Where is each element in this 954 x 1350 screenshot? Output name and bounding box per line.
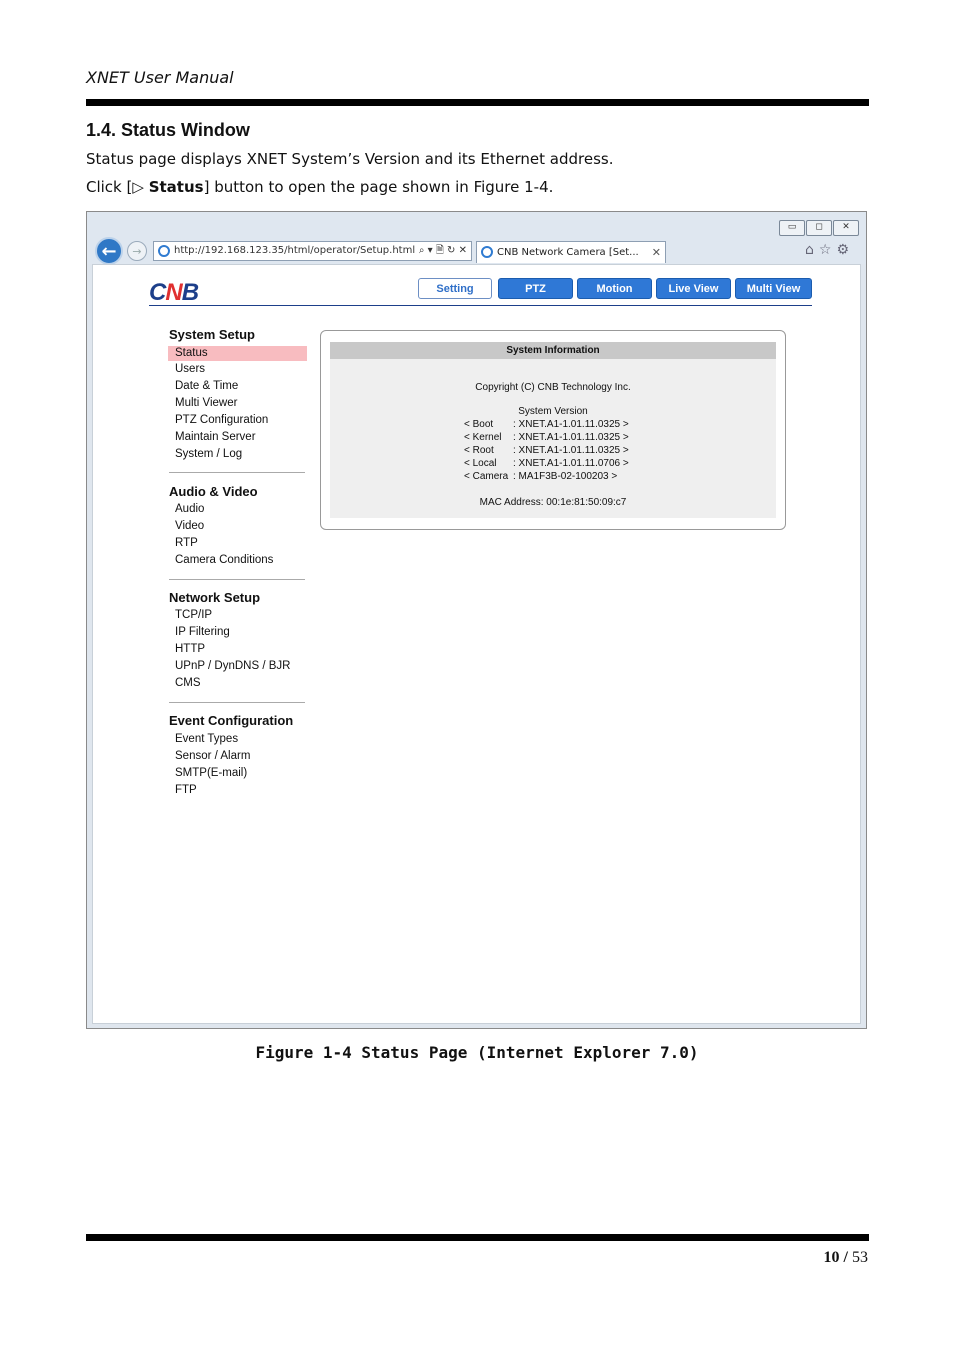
copyright-text: Copyright (C) CNB Technology Inc. [475, 382, 631, 393]
tab-title: CNB Network Camera [Set... [497, 247, 639, 258]
play-icon: ▷ [132, 178, 144, 196]
menu-item-maintain-server[interactable]: Maintain Server [175, 431, 256, 443]
nav-setting-button[interactable]: Setting [418, 278, 492, 299]
system-information-panel: System Information Copyright (C) CNB Tec… [320, 330, 786, 530]
instruction-bold: Status [148, 178, 204, 196]
page-total: 53 [852, 1249, 868, 1266]
maximize-icon[interactable]: ◻ [806, 220, 832, 236]
window-close-icon[interactable]: ✕ [833, 220, 859, 236]
menu-item-event-types[interactable]: Event Types [175, 733, 238, 745]
version-local-label: < Local [464, 458, 497, 469]
menu-item-sensor-alarm[interactable]: Sensor / Alarm [175, 750, 250, 762]
tab-ie-icon [481, 246, 493, 258]
menu-separator [169, 579, 305, 580]
manual-title: XNET User Manual [86, 68, 234, 87]
menu-item-tcp-ip[interactable]: TCP/IP [175, 609, 212, 621]
nav-divider [149, 305, 812, 306]
instruction-post: ] button to open the page shown in Figur… [203, 178, 554, 196]
browser-tab[interactable]: CNB Network Camera [Set... ✕ [476, 241, 666, 263]
nav-motion-button[interactable]: Motion [577, 278, 652, 299]
nav-live-view-button[interactable]: Live View [656, 278, 731, 299]
version-boot-value: : XNET.A1-1.01.11.0325 > [513, 419, 629, 430]
menu-item-users[interactable]: Users [175, 363, 205, 375]
menu-item-multi-viewer[interactable]: Multi Viewer [175, 397, 237, 409]
version-kernel-label: < Kernel [464, 432, 502, 443]
system-information-body: System Information Copyright (C) CNB Tec… [330, 342, 776, 518]
page-number: 10 / 53 [780, 1249, 868, 1267]
version-boot-label: < Boot [464, 419, 494, 430]
version-kernel-value: : XNET.A1-1.01.11.0325 > [513, 432, 629, 443]
footer-rule [86, 1234, 869, 1241]
menu-item-upnp-dyndns-bjr[interactable]: UPnP / DynDNS / BJR [175, 660, 290, 672]
system-version-label: System Version [518, 406, 588, 417]
nav-ptz-button[interactable]: PTZ [498, 278, 573, 299]
forward-arrow-icon[interactable]: → [127, 241, 147, 261]
menu-item-video[interactable]: Video [175, 520, 204, 532]
menu-heading-system-setup: System Setup [169, 327, 255, 342]
menu-heading-audio-video: Audio & Video [169, 484, 258, 499]
address-controls-icons[interactable]: ⌕ ▾ 🗎 ↻ ✕ [415, 242, 467, 260]
menu-separator [169, 472, 305, 473]
menu-item-status[interactable]: Status [168, 346, 307, 361]
version-camera-value: : MA1F3B-02-100203 > [513, 471, 618, 482]
menu-item-smtp-email[interactable]: SMTP(E-mail) [175, 767, 247, 779]
mac-address: MAC Address: 00:1e:81:50:09:c7 [479, 497, 627, 508]
instruction-paragraph: Click [▷ Status] button to open the page… [86, 178, 553, 196]
address-bar[interactable]: http://192.168.123.35/html/operator/Setu… [153, 241, 472, 261]
menu-item-ptz-configuration[interactable]: PTZ Configuration [175, 414, 268, 426]
web-page: CNB Setting PTZ Motion Live View Multi V… [92, 264, 861, 1024]
system-information-title: System Information [330, 342, 776, 359]
version-root-value: : XNET.A1-1.01.11.0325 > [513, 445, 629, 456]
version-root-label: < Root [464, 445, 494, 456]
back-arrow-icon[interactable]: ← [95, 237, 123, 265]
address-text: http://192.168.123.35/html/operator/Setu… [174, 245, 416, 256]
menu-item-system-log[interactable]: System / Log [175, 448, 242, 460]
nav-multi-view-button[interactable]: Multi View [735, 278, 812, 299]
intro-paragraph: Status page displays XNET System’s Versi… [86, 150, 614, 168]
figure-caption: Figure 1-4 Status Page (Internet Explore… [255, 1043, 699, 1062]
ie-page-icon [158, 245, 170, 257]
browser-screenshot: ▭ ◻ ✕ ← → http://192.168.123.35/html/ope… [86, 211, 867, 1029]
home-favorites-tools-icons[interactable]: ⌂☆⚙ [805, 242, 854, 258]
minimize-icon[interactable]: ▭ [779, 220, 805, 236]
menu-separator [169, 702, 305, 703]
cnb-logo: CNB [149, 279, 199, 306]
header-rule [86, 99, 869, 106]
tab-close-icon[interactable]: ✕ [652, 242, 661, 263]
section-heading: 1.4. Status Window [86, 120, 250, 140]
browser-chrome: ▭ ◻ ✕ ← → http://192.168.123.35/html/ope… [87, 212, 866, 265]
menu-item-rtp[interactable]: RTP [175, 537, 198, 549]
menu-heading-event-configuration: Event Configuration [169, 713, 294, 728]
menu-item-ftp[interactable]: FTP [175, 784, 197, 796]
page-current: 10 [823, 1249, 840, 1266]
menu-item-audio[interactable]: Audio [175, 503, 204, 515]
menu-item-http[interactable]: HTTP [175, 643, 205, 655]
version-camera-label: < Camera [464, 471, 509, 482]
menu-item-ip-filtering[interactable]: IP Filtering [175, 626, 230, 638]
menu-heading-network-setup: Network Setup [169, 590, 261, 605]
menu-item-date-time[interactable]: Date & Time [175, 380, 238, 392]
menu-item-camera-conditions[interactable]: Camera Conditions [175, 554, 273, 566]
instruction-pre: Click [ [86, 178, 133, 196]
version-local-value: : XNET.A1-1.01.11.0706 > [513, 458, 629, 469]
page-separator: / [843, 1249, 848, 1266]
menu-item-cms[interactable]: CMS [175, 677, 201, 689]
